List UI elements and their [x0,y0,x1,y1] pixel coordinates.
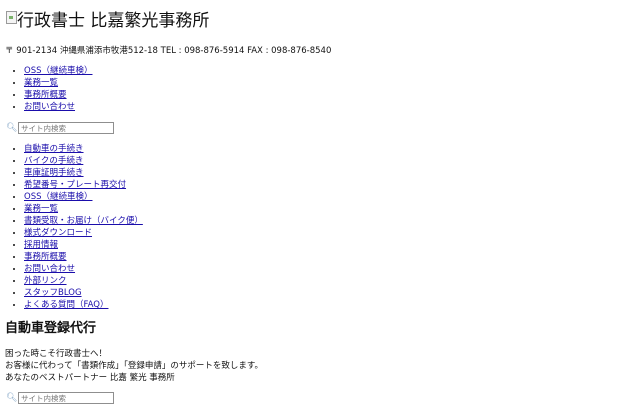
sub-nav-link-external[interactable]: 外部リンク [24,276,67,286]
broken-image-icon [6,11,17,24]
main-nav-item: 業務一覧 [24,77,92,89]
sub-nav-link-services[interactable]: 業務一覧 [24,204,58,214]
intro-line: お客様に代わって「書類作成」「登録申請」のサポートを致します。 [5,361,263,371]
page-title: 自動車登録代行 [5,321,97,336]
search-input[interactable] [18,392,114,404]
sub-nav-link-downloads[interactable]: 様式ダウンロード [24,228,92,238]
sub-nav-item: バイクの手続き [24,155,143,167]
sub-nav-link-bike[interactable]: バイクの手続き [24,156,83,166]
sub-nav-link-contact[interactable]: お問い合わせ [24,264,75,274]
search-icon: 🔍︎ [6,393,18,403]
sub-nav-item: 自動車の手続き [24,143,143,155]
site-search-bottom: 🔍︎ [6,392,114,404]
sub-nav-link-delivery[interactable]: 書類受取・お届け（バイク便） [24,216,143,226]
intro-line: 困った時こそ行政書士へ！ [5,349,108,359]
office-address: 〒 901-2134 沖縄県浦添市牧港512-18 TEL : 098-876-… [5,46,332,56]
sub-nav-item: OSS（継続車検） [24,191,143,203]
sub-nav-link-recruit[interactable]: 採用情報 [24,240,58,250]
sub-nav-item: 外部リンク [24,275,143,287]
main-nav: OSS（継続車検） 業務一覧 事務所概要 お問い合わせ [0,65,92,113]
main-nav-link-oss[interactable]: OSS（継続車検） [24,66,92,76]
site-logo[interactable]: 行政書士 比嘉繁光事務所 [6,8,209,34]
sub-nav-item: 書類受取・お届け（バイク便） [24,215,143,227]
sub-nav-item: スタッフBLOG [24,287,143,299]
sub-nav-item: 車庫証明手続き [24,167,143,179]
sub-nav-link-oss[interactable]: OSS（継続車検） [24,192,92,202]
sub-nav-item: お問い合わせ [24,263,143,275]
sub-nav-link-plate[interactable]: 希望番号・プレート再交付 [24,180,126,190]
sub-nav-item: 様式ダウンロード [24,227,143,239]
sub-nav-link-garage[interactable]: 車庫証明手続き [24,168,84,178]
main-nav-item: OSS（継続車検） [24,65,92,77]
main-nav-item: 事務所概要 [24,89,92,101]
site-search-top: 🔍︎ [6,122,114,134]
sub-nav-item: 希望番号・プレート再交付 [24,179,143,191]
search-input[interactable] [18,122,114,134]
main-nav-link-services[interactable]: 業務一覧 [24,78,58,88]
sub-nav-item: 採用情報 [24,239,143,251]
search-icon: 🔍︎ [6,123,18,133]
sub-nav-link-about[interactable]: 事務所概要 [24,252,67,262]
main-nav-item: お問い合わせ [24,101,92,113]
sub-nav: 自動車の手続き バイクの手続き 車庫証明手続き 希望番号・プレート再交付 OSS… [0,143,143,311]
main-nav-link-contact[interactable]: お問い合わせ [24,102,75,112]
intro-text: 困った時こそ行政書士へ！ お客様に代わって「書類作成」「登録申請」のサポートを致… [5,348,263,384]
sub-nav-link-car[interactable]: 自動車の手続き [24,144,84,154]
sub-nav-link-blog[interactable]: スタッフBLOG [24,288,82,298]
intro-line: あなたのベストパートナー 比嘉 繁光 事務所 [5,373,175,383]
sub-nav-item: 事務所概要 [24,251,143,263]
sub-nav-item: よくある質問（FAQ） [24,299,143,311]
sub-nav-item: 業務一覧 [24,203,143,215]
main-nav-link-about[interactable]: 事務所概要 [24,90,67,100]
sub-nav-link-faq[interactable]: よくある質問（FAQ） [24,300,108,310]
site-logo-alt-text: 行政書士 比嘉繁光事務所 [17,11,210,31]
